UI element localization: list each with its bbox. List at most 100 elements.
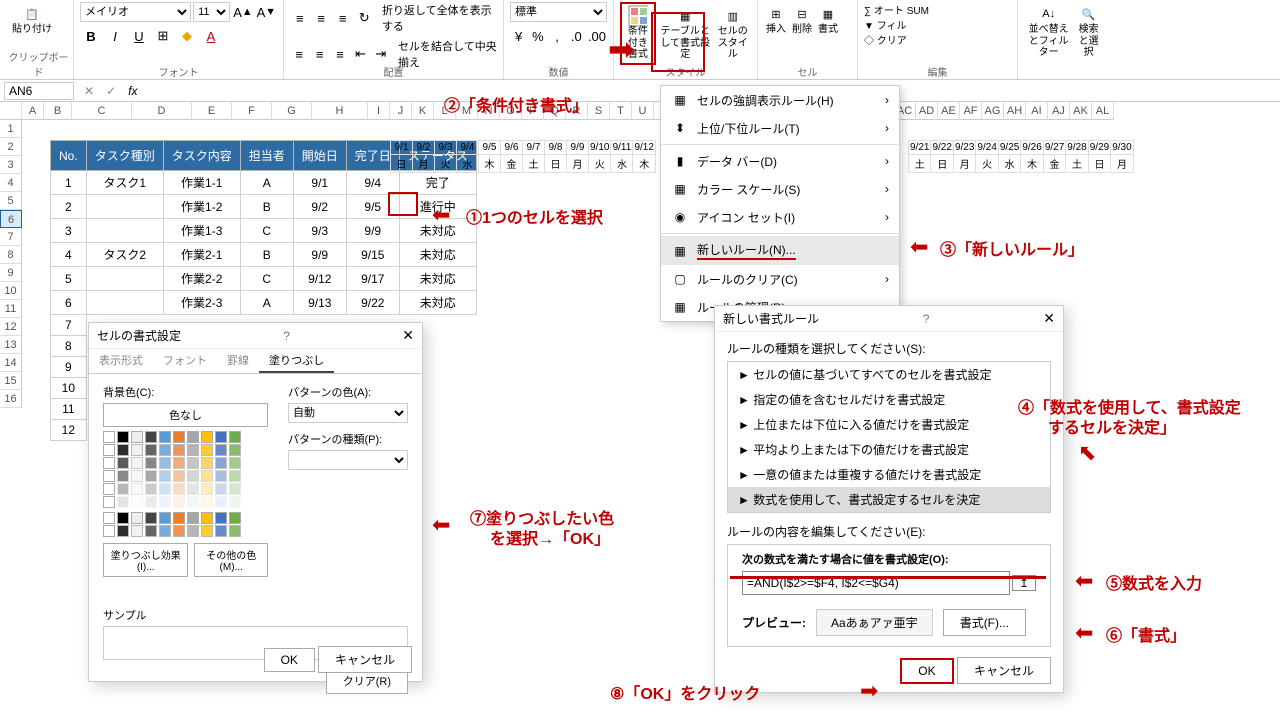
color-swatch[interactable] [201, 496, 213, 508]
task-cell[interactable] [86, 291, 163, 315]
color-swatch[interactable] [117, 483, 129, 495]
task-cell[interactable]: 1 [51, 171, 87, 195]
rule-type-item[interactable]: ► 上位または下位に入る値だけを書式設定 [728, 412, 1050, 437]
font-name-select[interactable]: メイリオ [80, 2, 191, 22]
task-cell[interactable]: 作業1-2 [163, 195, 240, 219]
rule-type-item[interactable]: ► 数式を使用して、書式設定するセルを決定 [728, 487, 1050, 512]
task-cell[interactable]: C [240, 219, 293, 243]
close-icon[interactable]: ✕ [1043, 310, 1055, 327]
column-header[interactable]: G [272, 102, 312, 120]
task-cell[interactable]: 3 [51, 219, 87, 243]
name-box[interactable] [4, 82, 74, 100]
align-mid-button[interactable]: ≡ [311, 8, 330, 28]
color-swatch[interactable] [145, 496, 157, 508]
color-swatch[interactable] [145, 470, 157, 482]
dec-dec-button[interactable]: .00 [587, 26, 607, 46]
task-cell[interactable] [86, 267, 163, 291]
format-tab[interactable]: 塗りつぶし [259, 349, 334, 373]
column-header[interactable]: B [44, 102, 72, 120]
color-swatch[interactable] [215, 457, 227, 469]
format-cancel-button[interactable]: キャンセル [318, 646, 412, 673]
color-swatch[interactable] [229, 470, 241, 482]
column-header[interactable]: A [22, 102, 44, 120]
color-swatch[interactable] [103, 444, 115, 456]
format-as-table-button[interactable]: ▦ テーブルとして書式設定 [658, 4, 713, 63]
color-swatch[interactable] [201, 483, 213, 495]
task-cell[interactable]: 完了 [399, 171, 476, 195]
color-swatch[interactable] [173, 444, 185, 456]
column-header[interactable]: AE [938, 102, 960, 120]
color-swatch[interactable] [145, 444, 157, 456]
task-cell[interactable]: 9/15 [346, 243, 399, 267]
task-cell[interactable]: A [240, 291, 293, 315]
delete-cells-button[interactable]: ⊟削除 [790, 2, 814, 38]
task-cell[interactable] [86, 219, 163, 243]
color-swatch[interactable] [159, 496, 171, 508]
close-icon[interactable]: ✕ [402, 327, 414, 344]
color-swatch[interactable] [201, 512, 213, 524]
color-swatch[interactable] [229, 483, 241, 495]
color-swatch[interactable] [131, 496, 143, 508]
column-header[interactable]: AG [982, 102, 1004, 120]
task-cell[interactable]: 8 [51, 336, 87, 357]
font-color-button[interactable]: A [200, 26, 222, 46]
help-icon[interactable]: ? [283, 329, 300, 343]
align-bot-button[interactable]: ≡ [333, 8, 352, 28]
format-tab[interactable]: 罫線 [217, 349, 259, 373]
color-swatch[interactable] [173, 525, 185, 537]
pattern-color-select[interactable]: 自動 [288, 403, 408, 423]
wrap-text-button[interactable]: 折り返して全体を表示する [382, 2, 497, 34]
task-cell[interactable]: 9/9 [346, 219, 399, 243]
color-swatch[interactable] [173, 431, 185, 443]
task-cell[interactable]: 作業2-1 [163, 243, 240, 267]
menu-color-scales[interactable]: ▦カラー スケール(S)› [661, 175, 899, 203]
task-cell[interactable]: 作業2-2 [163, 267, 240, 291]
color-swatch[interactable] [103, 431, 115, 443]
pattern-type-select[interactable] [288, 450, 408, 470]
column-header[interactable]: K [412, 102, 434, 120]
font-size-select[interactable]: 11 [193, 2, 230, 22]
menu-icon-sets[interactable]: ◉アイコン セット(I)› [661, 203, 899, 231]
row-header[interactable]: 16 [0, 390, 22, 408]
menu-data-bars[interactable]: ▮データ バー(D)› [661, 147, 899, 175]
color-swatch[interactable] [145, 483, 157, 495]
task-cell[interactable]: 9/17 [346, 267, 399, 291]
task-cell[interactable]: C [240, 267, 293, 291]
task-cell[interactable]: 9/1 [293, 171, 346, 195]
column-header[interactable]: AF [960, 102, 982, 120]
color-swatch[interactable] [159, 457, 171, 469]
row-header[interactable]: 14 [0, 354, 22, 372]
column-header[interactable]: AI [1026, 102, 1048, 120]
format-ok-button[interactable]: OK [264, 648, 315, 672]
border-button[interactable]: ⊞ [152, 26, 174, 46]
color-swatch[interactable] [159, 483, 171, 495]
orientation-button[interactable]: ↻ [354, 8, 373, 28]
color-swatch[interactable] [145, 525, 157, 537]
format-cells-button[interactable]: ▦書式 [816, 2, 840, 38]
color-swatch[interactable] [187, 512, 199, 524]
align-center-button[interactable]: ≡ [310, 44, 328, 64]
color-swatch[interactable] [215, 525, 227, 537]
decrease-font-button[interactable]: A▼ [256, 2, 277, 22]
row-header[interactable]: 15 [0, 372, 22, 390]
cancel-icon[interactable]: ✕ [78, 84, 100, 98]
row-header[interactable]: 13 [0, 336, 22, 354]
task-cell[interactable]: 9/12 [293, 267, 346, 291]
row-header[interactable]: 6 [0, 210, 22, 228]
column-header[interactable]: AJ [1048, 102, 1070, 120]
color-swatch[interactable] [131, 470, 143, 482]
enter-icon[interactable]: ✓ [100, 84, 122, 98]
color-swatch[interactable] [117, 444, 129, 456]
color-swatch[interactable] [229, 457, 241, 469]
color-swatch[interactable] [103, 483, 115, 495]
comma-button[interactable]: , [548, 26, 565, 46]
percent-button[interactable]: % [529, 26, 546, 46]
row-header[interactable]: 7 [0, 228, 22, 246]
color-swatch[interactable] [173, 457, 185, 469]
color-swatch[interactable] [201, 525, 213, 537]
task-cell[interactable]: A [240, 171, 293, 195]
color-swatch[interactable] [187, 483, 199, 495]
color-swatch[interactable] [173, 483, 185, 495]
underline-button[interactable]: U [128, 26, 150, 46]
color-swatch[interactable] [187, 444, 199, 456]
